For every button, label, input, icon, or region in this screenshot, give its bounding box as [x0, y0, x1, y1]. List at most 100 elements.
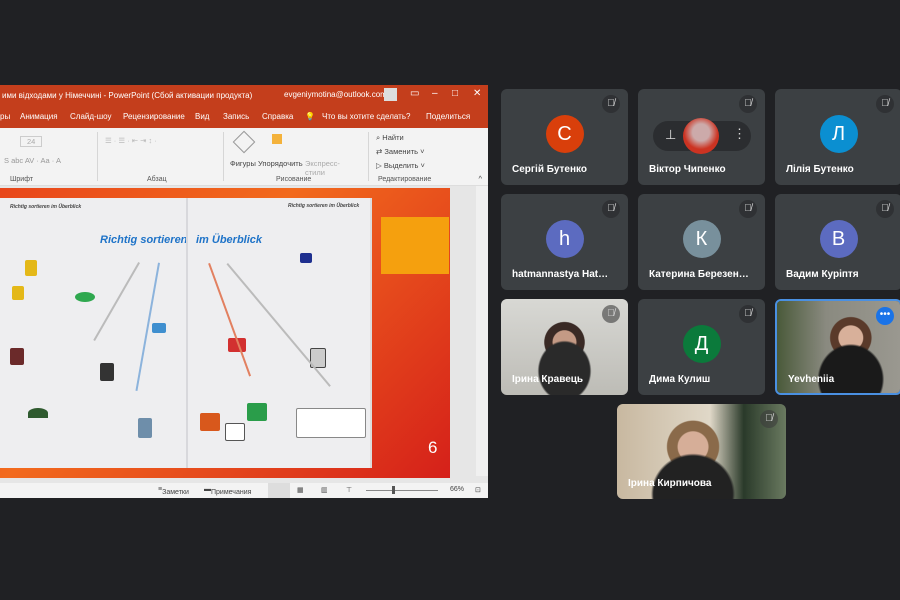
shapes-button[interactable]: Фигуры [230, 159, 256, 168]
mic-off-icon: 🎙̸ [739, 95, 757, 113]
find-label: Найти [382, 133, 404, 142]
participant-tile[interactable]: 🎙̸ Л Лілія Бутенко [775, 89, 900, 185]
tab-slideshow[interactable]: Слайд-шоу [70, 112, 111, 121]
tile-hover-controls: ⊥ ⋮ [653, 118, 751, 154]
participant-tile[interactable]: 🎙̸ Ірина Кирпичова [617, 404, 786, 499]
avatar: Д [682, 325, 721, 363]
photo-title-left: Richtig sortieren [100, 234, 188, 246]
account-avatar[interactable] [384, 88, 397, 101]
font-size-select[interactable]: 24 [20, 136, 43, 147]
close-button[interactable]: ✕ [473, 88, 481, 99]
more-options-icon[interactable]: ⋮ [733, 126, 746, 142]
group-paragraph-label: Абзац [147, 176, 167, 183]
mic-off-icon: 🎙̸ [876, 200, 894, 218]
lightbulb-icon: 💡 [305, 112, 315, 121]
mic-off-icon: 🎙̸ [602, 305, 620, 323]
tab-view[interactable]: Вид [195, 112, 209, 121]
mic-off-icon: 🎙̸ [602, 200, 620, 218]
more-options-icon[interactable]: ••• [876, 307, 894, 325]
tab-transitions[interactable]: ры [0, 112, 10, 121]
participant-name: Вадим Куріптя [786, 269, 859, 280]
group-font-label: Шрифт [10, 176, 34, 183]
slide-editing-area: Richtig sortieren im Überblick Richtig s… [0, 186, 476, 478]
quick-styles-button[interactable]: Экспресс-стили [305, 159, 340, 177]
powerpoint-window: ими відходами у Німеччині - PowerPoint (… [0, 85, 488, 498]
mic-off-icon: 🎙̸ [602, 95, 620, 113]
status-bar: ≡ Заметки ▬ Примечания ▦ ▥ ⊤ 66% ⊡ [0, 483, 488, 498]
mic-off-icon: 🎙̸ [760, 410, 778, 428]
mic-off-icon: 🎙̸ [739, 305, 757, 323]
replace-label: Заменить [384, 147, 419, 156]
avatar: С [545, 115, 584, 153]
participant-tile[interactable]: 🎙̸ Ірина Кравець [501, 299, 628, 395]
participant-name: Yevheniia [788, 374, 835, 385]
participant-name: Віктор Чипенко [649, 164, 726, 175]
avatar-photo [683, 118, 719, 154]
account-email[interactable]: evgeniymotina@outlook.com [284, 90, 387, 99]
notes-label: Заметки [162, 489, 189, 496]
participant-name: hatmannastya Hat… [512, 269, 609, 280]
slide-number: 6 [428, 438, 438, 457]
window-title: ими відходами у Німеччині - PowerPoint (… [2, 90, 253, 100]
photo-header-right: Richtig sortieren im Überblick [288, 203, 360, 209]
group-editing-label: Редактирование [378, 176, 432, 183]
tab-record[interactable]: Запись [223, 112, 249, 121]
maximize-button[interactable]: □ [452, 88, 458, 99]
slide[interactable]: Richtig sortieren im Überblick Richtig s… [0, 188, 450, 478]
slide-photo-recycling-brochure: Richtig sortieren im Überblick Richtig s… [0, 198, 372, 468]
participant-tile[interactable]: 🎙̸ Д Дима Кулиш [638, 299, 765, 395]
avatar: h [545, 220, 584, 258]
slide-orange-rectangle [381, 217, 449, 274]
photo-title-right: im Überblick [196, 234, 263, 246]
avatar: Л [819, 115, 858, 153]
slideshow-button[interactable]: ⊤ [346, 486, 352, 494]
participant-tile[interactable]: 🎙̸ h hatmannastya Hat… [501, 194, 628, 290]
participant-name: Катерина Березен… [649, 269, 749, 280]
participant-name: Дима Кулиш [649, 374, 711, 385]
replace-button[interactable]: ⇄ Заменить ˅ [376, 147, 425, 156]
zoom-slider-thumb[interactable] [392, 486, 395, 494]
share-button[interactable]: Поделиться [426, 112, 470, 121]
arrange-button[interactable]: Упорядочить [258, 159, 303, 168]
comments-label: Примечания [211, 489, 252, 496]
comments-button[interactable]: ▬ Примечания [204, 486, 251, 496]
participant-name: Ірина Кравець [512, 374, 584, 385]
mic-off-icon: 🎙̸ [876, 95, 894, 113]
tab-review[interactable]: Рецензирование [123, 112, 185, 121]
pin-icon[interactable]: ⊥ [665, 127, 676, 143]
normal-view-button[interactable] [268, 483, 290, 498]
shapes-icon [232, 130, 256, 154]
photo-header-left: Richtig sortieren im Überblick [10, 204, 82, 210]
ribbon-display-icon[interactable]: ▭ [410, 88, 419, 99]
title-bar: ими відходами у Німеччині - PowerPoint (… [0, 85, 488, 105]
select-label: Выделить [383, 161, 419, 170]
participant-tile[interactable]: 🎙̸ В Вадим Куріптя [775, 194, 900, 290]
tab-animation[interactable]: Анимация [20, 112, 58, 121]
group-drawing-label: Рисование [276, 176, 312, 183]
avatar: К [682, 220, 721, 258]
reading-view-button[interactable]: ▥ [321, 486, 328, 494]
zoom-slider[interactable] [366, 490, 438, 491]
arrange-icon [272, 134, 282, 144]
mic-off-icon: 🎙̸ [739, 200, 757, 218]
tab-help[interactable]: Справка [262, 112, 293, 121]
participant-name: Лілія Бутенко [786, 164, 854, 175]
participant-tile[interactable]: 🎙̸ К Катерина Березен… [638, 194, 765, 290]
participant-name: Сергій Бутенко [512, 164, 587, 175]
tell-me-input[interactable]: Что вы хотите сделать? [322, 112, 410, 121]
participant-tile[interactable]: 🎙̸ С Сергій Бутенко [501, 89, 628, 185]
ribbon: 24 S abc AV · Aa · A ☰ · ☰ · ⇤ ⇥ ↕ · Фиг… [0, 128, 488, 186]
participant-name: Ірина Кирпичова [628, 478, 712, 489]
collapse-ribbon-icon[interactable]: ^ [478, 174, 482, 183]
participant-tile-active-speaker[interactable]: ••• Yevheniia [775, 299, 900, 395]
find-button[interactable]: ⌕ Найти [376, 133, 404, 143]
minimize-button[interactable]: – [432, 88, 438, 99]
zoom-level[interactable]: 66% [450, 486, 464, 493]
vertical-scrollbar[interactable] [476, 186, 488, 476]
participant-tile[interactable]: 🎙̸ ⊥ ⋮ Віктор Чипенко [638, 89, 765, 185]
select-button[interactable]: ▷ Выделить ˅ [376, 161, 425, 170]
notes-button[interactable]: ≡ Заметки [158, 486, 189, 496]
fit-slide-icon[interactable]: ⊡ [475, 486, 481, 494]
slide-sorter-button[interactable]: ▦ [297, 486, 304, 494]
ribbon-tabs: ры Анимация Слайд-шоу Рецензирование Вид… [0, 105, 488, 128]
